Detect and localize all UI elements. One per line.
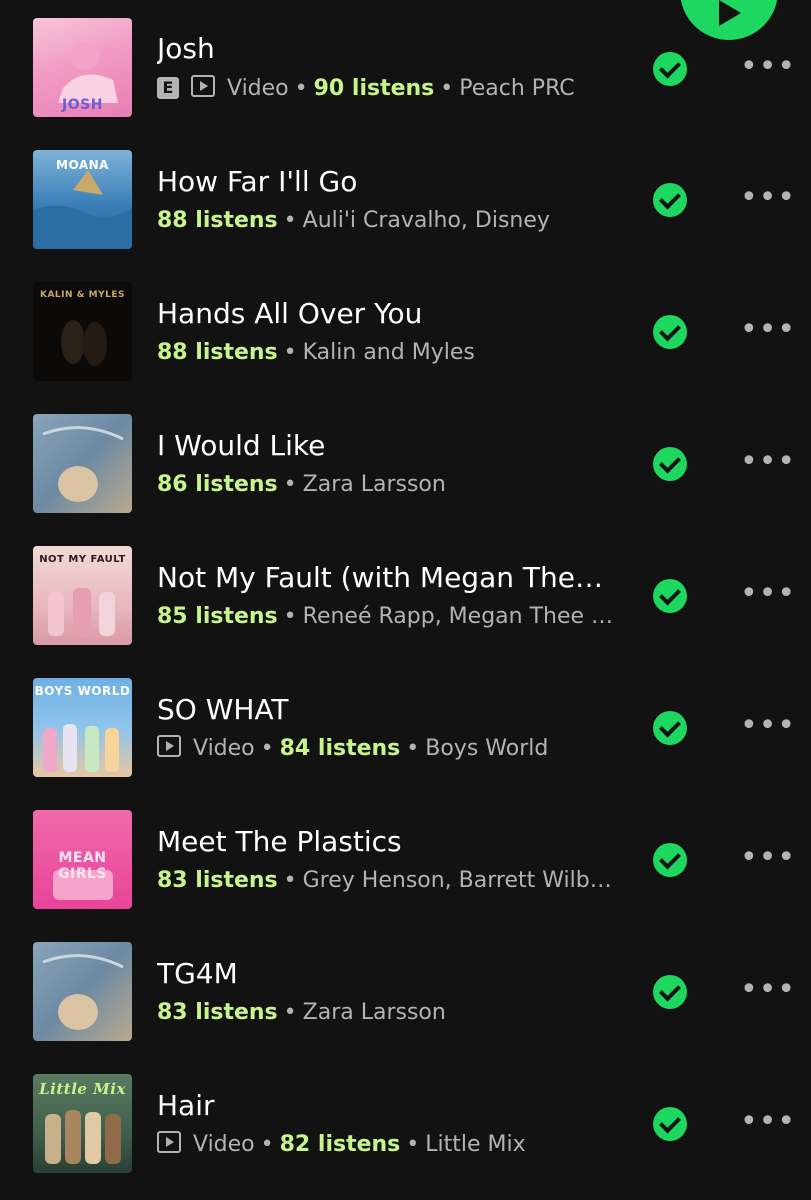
check-circle-icon[interactable] (653, 711, 687, 745)
track-title: Hands All Over You (157, 297, 423, 330)
track-artists: Grey Henson, Barrett Wilbert Weed (302, 868, 617, 893)
track-row[interactable]: NOT MY FAULT Not My Fault (with Megan Th… (0, 528, 811, 660)
track-meta: 88 listens • Auli'i Cravalho, Disney (157, 207, 617, 235)
track-artists: Peach PRC (459, 76, 575, 101)
album-art-caption: MOANA (56, 158, 109, 172)
track-artists: Auli'i Cravalho, Disney (302, 208, 550, 233)
track-title: How Far I'll Go (157, 165, 358, 198)
more-options-icon[interactable]: ••• (740, 711, 795, 750)
check-circle-icon[interactable] (653, 52, 687, 86)
listen-count: 85 listens (157, 604, 278, 629)
track-meta: Video • 84 listens • Boys World (157, 735, 617, 763)
separator: • (440, 76, 454, 101)
listen-count: 90 listens (313, 76, 435, 101)
album-art: BOYS WORLD (33, 678, 132, 777)
album-art-caption: MEAN GIRLS (58, 850, 107, 882)
track-title: TG4M (157, 957, 238, 990)
track-meta: E Video • 90 listens • Peach PRC (157, 75, 617, 103)
track-meta: 86 listens • Zara Larsson (157, 471, 617, 499)
track-row[interactable]: BOYS WORLD SO WHAT Video • 84 listens • Boys… (0, 660, 811, 792)
check-circle-icon[interactable] (653, 183, 687, 217)
check-circle-icon[interactable] (653, 1107, 687, 1141)
album-art: MOANA (33, 150, 132, 249)
album-art-caption: JOSH (62, 97, 103, 113)
video-icon (157, 1131, 181, 1153)
track-meta: 83 listens • Grey Henson, Barrett Wilbert … (157, 867, 617, 895)
separator: • (283, 868, 297, 893)
check-circle-icon[interactable] (653, 843, 687, 877)
album-art: Little Mix (33, 1074, 132, 1173)
track-row[interactable]: Little Mix Hair Video • 82 listens • Little … (0, 1056, 811, 1188)
track-row[interactable]: TG4M 83 listens • Zara Larsson ••• (0, 924, 811, 1056)
track-artists: Zara Larsson (302, 1000, 446, 1025)
track-title: SO WHAT (157, 693, 289, 726)
listen-count: 86 listens (157, 472, 278, 497)
album-art: MEAN GIRLS (33, 810, 132, 909)
check-circle-icon[interactable] (653, 447, 687, 481)
track-meta: 88 listens • Kalin and Myles (157, 339, 617, 367)
listen-count: 83 listens (157, 868, 278, 893)
album-art: JOSH (33, 18, 132, 117)
separator: • (406, 1132, 420, 1157)
track-row[interactable]: KALIN & MYLES Hands All Over You 88 list… (0, 264, 811, 396)
separator: • (283, 208, 297, 233)
more-options-icon[interactable]: ••• (740, 843, 795, 882)
separator: • (260, 1132, 274, 1157)
track-artists: Boys World (425, 736, 549, 761)
separator: • (294, 76, 308, 101)
video-label: Video (193, 736, 255, 761)
album-art-caption: NOT MY FAULT (39, 554, 126, 565)
track-row[interactable]: JOSH Josh E Video • 90 listens • Peach PRC ••… (0, 0, 811, 132)
video-label: Video (193, 1132, 255, 1157)
album-art (33, 414, 132, 513)
track-artists: Kalin and Myles (302, 340, 475, 365)
check-circle-icon[interactable] (653, 975, 687, 1009)
track-title: I Would Like (157, 429, 326, 462)
album-art-caption: BOYS WORLD (34, 684, 131, 698)
album-art-caption: Little Mix (39, 1080, 126, 1098)
track-row[interactable]: MOANA How Far I'll Go 88 listens • Auli'i … (0, 132, 811, 264)
track-title: Meet The Plastics (157, 825, 402, 858)
video-icon (157, 735, 181, 757)
separator: • (283, 340, 297, 365)
separator: • (283, 604, 297, 629)
track-title: Not My Fault (with Megan Thee Stallion) (157, 561, 617, 594)
listen-count: 83 listens (157, 1000, 278, 1025)
more-options-icon[interactable]: ••• (740, 447, 795, 486)
track-artists: Little Mix (425, 1132, 526, 1157)
listen-count: 88 listens (157, 208, 278, 233)
video-icon (191, 75, 215, 97)
more-options-icon[interactable]: ••• (740, 183, 795, 222)
video-label: Video (227, 76, 289, 101)
track-row[interactable]: I Would Like 86 listens • Zara Larsson ••• (0, 396, 811, 528)
listen-count: 84 listens (279, 736, 401, 761)
album-art: NOT MY FAULT (33, 546, 132, 645)
track-title: Hair (157, 1089, 215, 1122)
check-circle-icon[interactable] (653, 315, 687, 349)
track-title: Josh (157, 32, 215, 65)
track-artists: Reneé Rapp, Megan Thee Stallion (302, 604, 617, 629)
album-art (33, 942, 132, 1041)
track-row[interactable]: MEAN GIRLS Meet The Plastics 83 listens •… (0, 792, 811, 924)
more-options-icon[interactable]: ••• (740, 975, 795, 1014)
listen-count: 88 listens (157, 340, 278, 365)
separator: • (406, 736, 420, 761)
separator: • (260, 736, 274, 761)
separator: • (283, 472, 297, 497)
more-options-icon[interactable]: ••• (740, 1107, 795, 1146)
track-artists: Zara Larsson (302, 472, 446, 497)
check-circle-icon[interactable] (653, 579, 687, 613)
more-options-icon[interactable]: ••• (740, 52, 795, 91)
explicit-badge: E (157, 77, 179, 99)
album-art: KALIN & MYLES (33, 282, 132, 381)
more-options-icon[interactable]: ••• (740, 579, 795, 618)
separator: • (283, 1000, 297, 1025)
listen-count: 82 listens (279, 1132, 401, 1157)
track-meta: 83 listens • Zara Larsson (157, 999, 617, 1027)
album-art-caption: KALIN & MYLES (39, 290, 125, 300)
track-meta: 85 listens•Reneé Rapp, Megan Thee Stalli… (157, 603, 617, 631)
more-options-icon[interactable]: ••• (740, 315, 795, 354)
track-meta: Video • 82 listens • Little Mix (157, 1131, 617, 1159)
